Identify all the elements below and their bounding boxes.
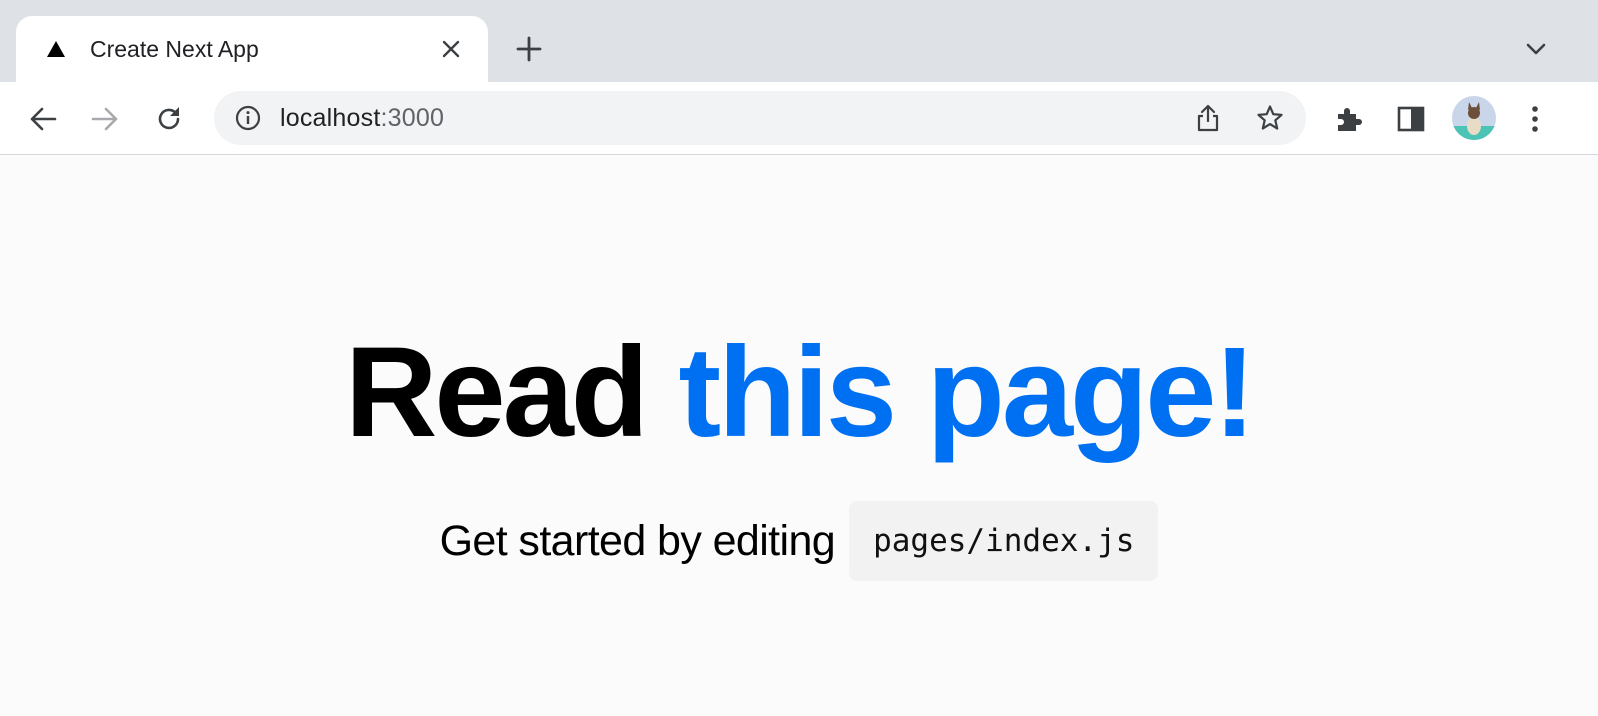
arrow-left-icon[interactable] xyxy=(24,100,62,138)
browser-window: Create Next App localhost:3000 Read this… xyxy=(0,0,1598,716)
url-host: localhost xyxy=(280,103,381,132)
kebab-menu-icon[interactable] xyxy=(1516,100,1554,138)
page-content: Read this page! Get started by editing p… xyxy=(0,155,1598,716)
info-icon[interactable] xyxy=(234,104,262,132)
url-text[interactable]: localhost:3000 xyxy=(280,104,1164,133)
chevron-down-icon[interactable] xyxy=(1520,32,1552,66)
url-port: :3000 xyxy=(380,103,445,132)
arrow-right-icon[interactable] xyxy=(86,100,124,138)
close-icon[interactable] xyxy=(436,34,466,64)
tab-strip: Create Next App xyxy=(0,0,1598,82)
code-snippet: pages/index.js xyxy=(849,501,1159,581)
triangle-icon xyxy=(44,37,68,61)
description: Get started by editing pages/index.js xyxy=(0,501,1598,581)
browser-toolbar: localhost:3000 xyxy=(0,82,1598,155)
address-bar[interactable]: localhost:3000 xyxy=(214,91,1306,145)
description-text: Get started by editing xyxy=(439,516,836,565)
avatar[interactable] xyxy=(1452,96,1496,140)
headline-link[interactable]: this page! xyxy=(679,321,1256,464)
headline-text: Read xyxy=(344,321,679,464)
tab-title: Create Next App xyxy=(90,35,259,62)
reload-icon[interactable] xyxy=(150,100,188,138)
plus-icon[interactable] xyxy=(512,32,546,66)
star-icon[interactable] xyxy=(1252,100,1288,136)
share-icon[interactable] xyxy=(1190,100,1226,136)
side-panel-icon[interactable] xyxy=(1392,100,1430,138)
puzzle-icon[interactable] xyxy=(1330,100,1368,138)
page-title: Read this page! xyxy=(0,323,1598,463)
browser-tab[interactable]: Create Next App xyxy=(16,16,488,82)
